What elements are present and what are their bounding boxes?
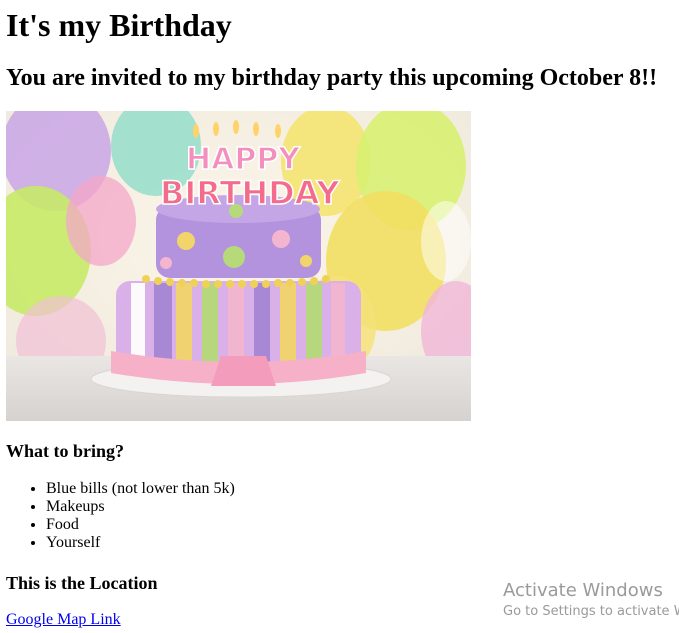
google-map-link[interactable]: Google Map Link [6, 611, 121, 629]
page: It's my Birthday You are invited to my b… [0, 0, 679, 633]
invitation-heading: You are invited to my birthday party thi… [6, 65, 658, 91]
what-to-bring-heading: What to bring? [6, 441, 125, 461]
list-item: Makeups [46, 498, 235, 516]
bring-list: Blue bills (not lower than 5k) Makeups F… [6, 480, 235, 552]
watermark-subtitle: Go to Settings to activate W [503, 604, 679, 619]
location-heading: This is the Location [6, 573, 158, 593]
list-item: Food [46, 516, 235, 534]
list-item: Yourself [46, 534, 235, 552]
candle-text-happy: HAPPY [186, 142, 301, 177]
watermark-title: Activate Windows [503, 580, 663, 601]
birthday-cake-image: HAPPY BIRTHDAY [6, 111, 471, 421]
candle-text-birthday: BIRTHDAY [160, 174, 340, 212]
list-item: Blue bills (not lower than 5k) [46, 480, 235, 498]
page-title: It's my Birthday [6, 7, 232, 43]
activate-windows-watermark: Activate Windows Go to Settings to activ… [503, 580, 679, 621]
